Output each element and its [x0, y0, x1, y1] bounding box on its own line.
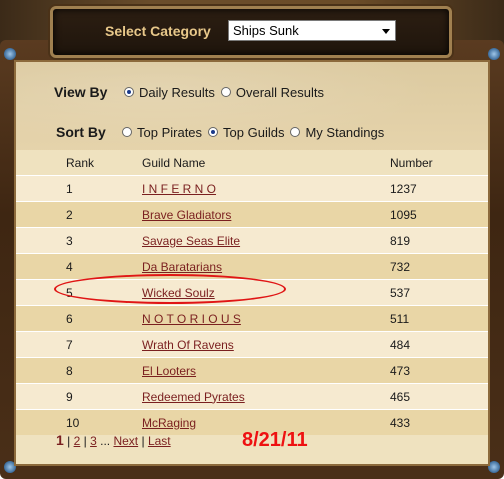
number-cell: 473 — [389, 357, 488, 384]
sort-guilds-label[interactable]: Top Guilds — [223, 125, 284, 140]
radio-daily[interactable] — [124, 87, 134, 97]
number-header: Number — [389, 150, 488, 176]
sort-pirates-label[interactable]: Top Pirates — [137, 125, 202, 140]
rank-cell: 4 — [16, 253, 141, 280]
table-header-row: Rank Guild Name Number — [16, 150, 488, 176]
sort-guilds-option[interactable]: Top Guilds — [208, 125, 284, 140]
page-3-link[interactable]: 3 — [90, 434, 97, 448]
page-2-link[interactable]: 2 — [74, 434, 81, 448]
radio-top-pirates[interactable] — [122, 127, 132, 137]
guild-link[interactable]: McRaging — [142, 416, 196, 430]
corner-gem-icon — [4, 48, 16, 60]
pager-ellipsis: ... — [100, 434, 111, 448]
radio-my-standings[interactable] — [290, 127, 301, 137]
rank-header: Rank — [16, 150, 141, 176]
number-cell: 484 — [389, 331, 488, 358]
radio-top-guilds[interactable] — [208, 127, 219, 137]
page-1-current: 1 — [56, 432, 64, 448]
guild-link[interactable]: El Looters — [142, 364, 196, 378]
map-background — [16, 62, 488, 156]
guild-header: Guild Name — [141, 150, 389, 176]
last-page-link[interactable]: Last — [148, 434, 171, 448]
pagination: 1 | 2 | 3 ... Next | Last — [56, 432, 171, 448]
number-cell: 819 — [389, 227, 488, 254]
chevron-down-icon[interactable] — [382, 29, 390, 34]
guild-link[interactable]: N O T O R I O U S — [142, 312, 241, 326]
number-cell: 537 — [389, 279, 488, 306]
guild-link[interactable]: I N F E R N O — [142, 182, 216, 196]
sort-by-label: Sort By — [56, 124, 106, 140]
sort-standings-option[interactable]: My Standings — [290, 125, 384, 140]
view-daily-label[interactable]: Daily Results — [139, 85, 215, 100]
number-cell: 1095 — [389, 201, 488, 228]
results-table: Rank Guild Name Number 1 I N F E R N O 1… — [16, 150, 488, 435]
number-cell: 433 — [389, 409, 488, 435]
guild-link[interactable]: Da Baratarians — [142, 260, 222, 274]
next-page-link[interactable]: Next — [113, 434, 138, 448]
table-row: 8 El Looters 473 — [16, 357, 488, 384]
number-cell: 1237 — [389, 175, 488, 202]
number-cell: 465 — [389, 383, 488, 410]
rank-cell: 3 — [16, 227, 141, 254]
view-overall-label[interactable]: Overall Results — [236, 85, 324, 100]
number-cell: 732 — [389, 253, 488, 280]
number-cell: 511 — [389, 305, 488, 332]
view-by-label: View By — [54, 84, 108, 100]
date-annotation: 8/21/11 — [242, 429, 308, 451]
view-daily-option[interactable]: Daily Results — [124, 85, 215, 100]
table-row: 6 N O T O R I O U S 511 — [16, 305, 488, 332]
rank-cell: 7 — [16, 331, 141, 358]
table-row: 4 Da Baratarians 732 — [16, 253, 488, 280]
table-row: 1 I N F E R N O 1237 — [16, 175, 488, 202]
view-overall-option[interactable]: Overall Results — [220, 85, 324, 100]
table-row: 7 Wrath Of Ravens 484 — [16, 331, 488, 358]
corner-gem-icon — [488, 48, 500, 60]
category-select[interactable]: Ships Sunk — [228, 20, 396, 41]
rank-cell: 2 — [16, 201, 141, 228]
guild-link[interactable]: Brave Gladiators — [142, 208, 231, 222]
guild-link[interactable]: Savage Seas Elite — [142, 234, 240, 248]
guild-link[interactable]: Redeemed Pyrates — [142, 390, 245, 404]
guild-link[interactable]: Wicked Soulz — [142, 286, 215, 300]
rank-cell: 1 — [16, 175, 141, 202]
table-row: 5 Wicked Soulz 537 — [16, 279, 488, 306]
rank-cell: 6 — [16, 305, 141, 332]
table-row: 3 Savage Seas Elite 819 — [16, 227, 488, 254]
rank-cell: 9 — [16, 383, 141, 410]
sort-by-row: Sort By Top Pirates Top Guilds My Standi… — [56, 124, 390, 140]
category-label: Select Category — [105, 23, 211, 39]
sort-pirates-option[interactable]: Top Pirates — [122, 125, 202, 140]
sort-standings-label[interactable]: My Standings — [305, 125, 384, 140]
guild-link[interactable]: Wrath Of Ravens — [142, 338, 234, 352]
table-row: 2 Brave Gladiators 1095 — [16, 201, 488, 228]
view-by-row: View By Daily Results Overall Results — [54, 84, 330, 100]
rank-cell: 5 — [16, 279, 141, 306]
results-panel: View By Daily Results Overall Results So… — [14, 60, 490, 466]
radio-overall[interactable] — [220, 87, 231, 97]
table-row: 9 Redeemed Pyrates 465 — [16, 383, 488, 410]
rank-cell: 8 — [16, 357, 141, 384]
category-select-value: Ships Sunk — [233, 23, 299, 38]
